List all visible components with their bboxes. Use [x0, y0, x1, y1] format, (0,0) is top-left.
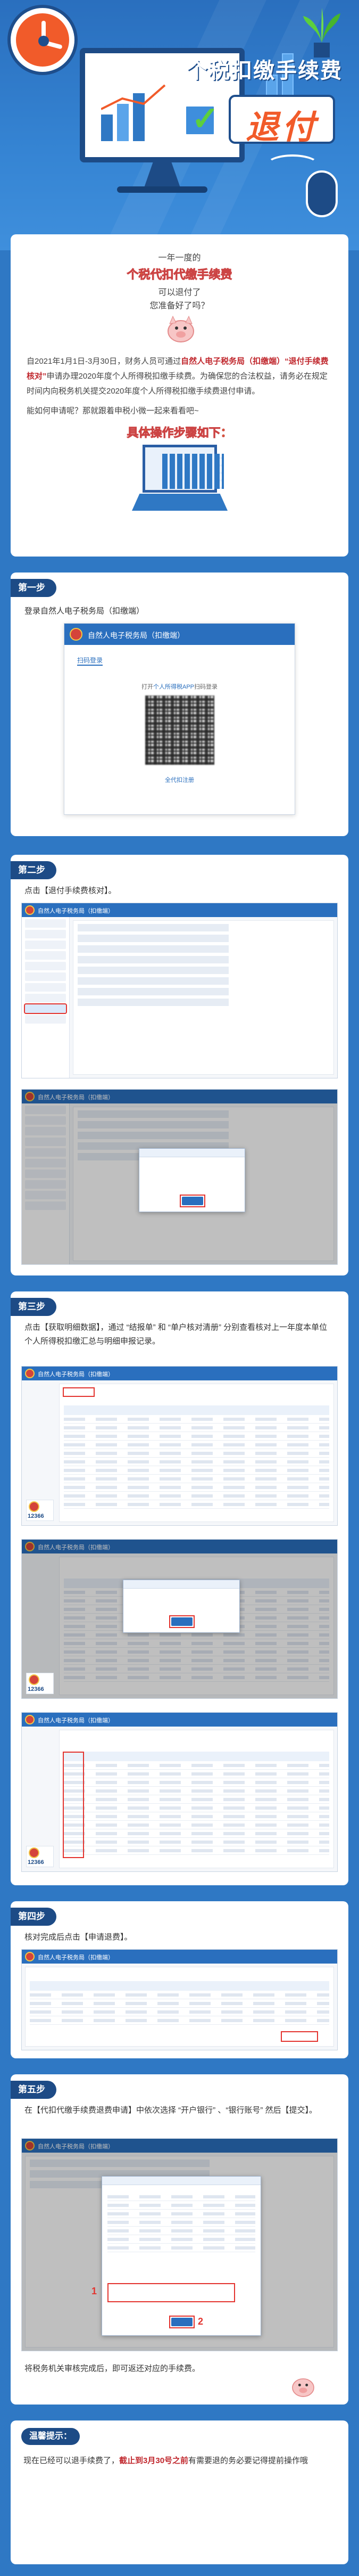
- hero-badge-text: 退付: [245, 109, 318, 146]
- login-app-title: 自然人电子税务局（扣缴端）: [88, 631, 185, 640]
- hotline-number: 12366: [28, 1513, 44, 1519]
- app-title: 自然人电子税务局（扣缴端）: [38, 1371, 114, 1378]
- step-1-card: 第一步 登录自然人电子税务局（扣缴端） 自然人电子税务局（扣缴端） 扫码登录 打…: [11, 573, 348, 836]
- tip-text-b: 有需要退的务必要记得提前操作哦: [188, 2456, 308, 2465]
- hotline-badge: 12366: [26, 1673, 54, 1694]
- step-5-card: 第五步 在【代扣代缴手续费退费申请】中依次选择 “开户银行” 、“银行账号” 然…: [11, 2074, 348, 2405]
- step-3-text: 点击【获取明细数据】，通过 “结报单” 和 “单户核对清册” 分别查看核对上一年…: [24, 1323, 328, 1346]
- app-title: 自然人电子税务局（扣缴端）: [38, 908, 114, 914]
- login-window: 自然人电子税务局（扣缴端） 扫码登录 打开个人所得税APP扫码登录 全代扣注册: [64, 623, 295, 815]
- highlight-box: [63, 1387, 95, 1397]
- step-2-text: 点击【退付手续费核对】。: [24, 886, 116, 895]
- clock-icon: [11, 8, 74, 72]
- login-hint-text: 扫码登录: [194, 684, 218, 690]
- intro-headline: 个税代扣代缴手续费: [127, 268, 232, 282]
- login-hint: 打开个人所得税APP扫码登录: [64, 682, 295, 691]
- checkbox-icon: ✓: [183, 101, 219, 137]
- login-header: 自然人电子税务局（扣缴端）: [64, 624, 295, 645]
- step-4-text: 核对完成后点击【申请退费】。: [24, 1933, 132, 1942]
- main-panel: [59, 1730, 334, 1868]
- step-3-card: 第三步 点击【获取明细数据】，通过 “结报单” 和 “单户核对清册” 分别查看核…: [11, 1291, 348, 1885]
- mouse-cable: [266, 154, 319, 176]
- monitor-base: [117, 186, 207, 193]
- screenshot-refund-form: 自然人电子税务局（扣缴端） 1 2: [21, 2138, 338, 2351]
- sidebar: [22, 917, 70, 1078]
- app-link[interactable]: 个人所得税APP: [153, 684, 194, 690]
- step-marker-1: 1: [91, 2286, 97, 2296]
- confirm-dialog: [139, 1148, 245, 1212]
- emblem-icon: [70, 628, 82, 641]
- screenshot-apply-refund: 自然人电子税务局（扣缴端）: [21, 1949, 338, 2050]
- screenshot-detail-data: 自然人电子税务局（扣缴端） 12366: [21, 1366, 338, 1526]
- step-4-tag: 第四步: [11, 1908, 56, 1926]
- screenshot-refund-dialog: 自然人电子税务局（扣缴端）: [21, 1089, 338, 1265]
- step-5-text: 在【代扣代缴手续费退费申请】中依次选择 “开户银行” 、“银行账号” 然后【提交…: [24, 2106, 317, 2115]
- highlight-box: [63, 1752, 84, 1858]
- screenshot-fetch-confirm: 自然人电子税务局（扣缴端） 12366: [21, 1539, 338, 1699]
- hotline-number: 12366: [28, 1686, 44, 1692]
- hero-badge: 退付: [229, 95, 335, 146]
- main-panel: [73, 920, 334, 1075]
- mascot-icon: [292, 2378, 314, 2397]
- hotline-badge: 12366: [26, 1846, 54, 1867]
- refund-form-dialog: 1 2: [91, 2176, 261, 2336]
- intro-question-2: 您准备好了吗？: [149, 301, 210, 310]
- emblem-icon: [25, 1369, 35, 1378]
- screenshot-check-list: 自然人电子税务局（扣缴端） 12366: [21, 1712, 338, 1872]
- laptop-icon: [132, 445, 228, 514]
- emblem-icon: [25, 1952, 35, 1961]
- step-1-tag: 第一步: [11, 579, 56, 597]
- tip-text-a: 现在已经可以退手续费了，: [23, 2456, 120, 2465]
- intro-card: 一年一度的 个税代扣代缴手续费 可以退付了 您准备好了吗？ 自2021年1月1日…: [11, 234, 348, 557]
- step-4-card: 第四步 核对完成后点击【申请退费】。 自然人电子税务局（扣缴端）: [11, 1901, 348, 2058]
- register-link[interactable]: 全代扣注册: [64, 775, 295, 784]
- hotline-number: 12366: [28, 1859, 44, 1866]
- step-3-tag: 第三步: [11, 1298, 56, 1316]
- apply-refund-button[interactable]: [281, 2031, 318, 2042]
- highlight-box: [180, 1195, 205, 1207]
- step-2-card: 第二步 点击【退付手续费核对】。 自然人电子税务局（扣缴端） 自然人电子税务局（…: [11, 855, 348, 1275]
- tab-scan-login[interactable]: 扫码登录: [77, 656, 103, 666]
- intro-question-1: 可以退付了: [158, 288, 201, 297]
- bank-select-box[interactable]: [107, 2283, 235, 2302]
- fetch-dialog: [123, 1580, 240, 1633]
- qr-code: [145, 696, 214, 765]
- page: 个税扣缴手续费 ✓ 退付 一年一度的 个税代扣代缴手续费 可以退付了 您准备好了…: [0, 0, 359, 2576]
- intro-highlight: 自然人电子税务局（扣缴端）: [181, 357, 285, 366]
- intro-pre: 一年一度的: [158, 253, 201, 263]
- tip-card: 温馨提示： 现在已经可以退手续费了，截止到3月30号之前有需要退的务必要记得提前…: [11, 2420, 348, 2564]
- sidebar-item-refund-check[interactable]: [24, 1003, 67, 1014]
- tip-highlight: 截止到3月30号之前: [119, 2456, 189, 2465]
- intro-text: 自2021年1月1日-3月30日，财务人员可通过: [27, 357, 181, 366]
- hotline-badge: 12366: [26, 1500, 54, 1521]
- intro-paragraph: 自2021年1月1日-3月30日，财务人员可通过自然人电子税务局（扣缴端）“退付…: [27, 354, 332, 399]
- step-1-text: 登录自然人电子税务局（扣缴端）: [24, 607, 145, 616]
- step-2-tag: 第二步: [11, 861, 56, 879]
- intro-follow: 具体操作步骤如下：: [127, 426, 232, 440]
- tip-text: 现在已经可以退手续费了，截止到3月30号之前有需要退的务必要记得提前操作哦: [23, 2454, 336, 2468]
- intro-text: 申请办理2020年度个人所得税扣缴手续费。为确保您的合法权益，请务必在规定时间内…: [27, 372, 328, 396]
- plant-icon: [303, 8, 340, 58]
- highlight-box: [169, 1615, 195, 1628]
- app-title: 自然人电子税务局（扣缴端）: [38, 1955, 114, 1961]
- hero-title: 个税扣缴手续费: [186, 59, 343, 83]
- hero-banner: 个税扣缴手续费 ✓ 退付: [0, 0, 359, 250]
- step-marker-2: 2: [198, 2316, 204, 2327]
- tip-label: 温馨提示：: [21, 2428, 80, 2445]
- step-5-tag: 第五步: [11, 2081, 56, 2099]
- emblem-icon: [25, 905, 35, 915]
- intro-paragraph-2: 能如何申请呢？那就跟着申税小微一起来看看吧~: [27, 406, 199, 415]
- mouse-icon: [306, 170, 338, 217]
- login-hint-text: 打开: [141, 684, 153, 690]
- main-panel: [59, 1384, 334, 1522]
- emblem-icon: [25, 1715, 35, 1724]
- screenshot-main-menu: 自然人电子税务局（扣缴端）: [21, 903, 338, 1078]
- mascot-icon: [168, 315, 194, 342]
- main-panel: [25, 1967, 334, 2047]
- app-title: 自然人电子税务局（扣缴端）: [38, 1718, 114, 1724]
- highlight-box: [169, 2316, 195, 2328]
